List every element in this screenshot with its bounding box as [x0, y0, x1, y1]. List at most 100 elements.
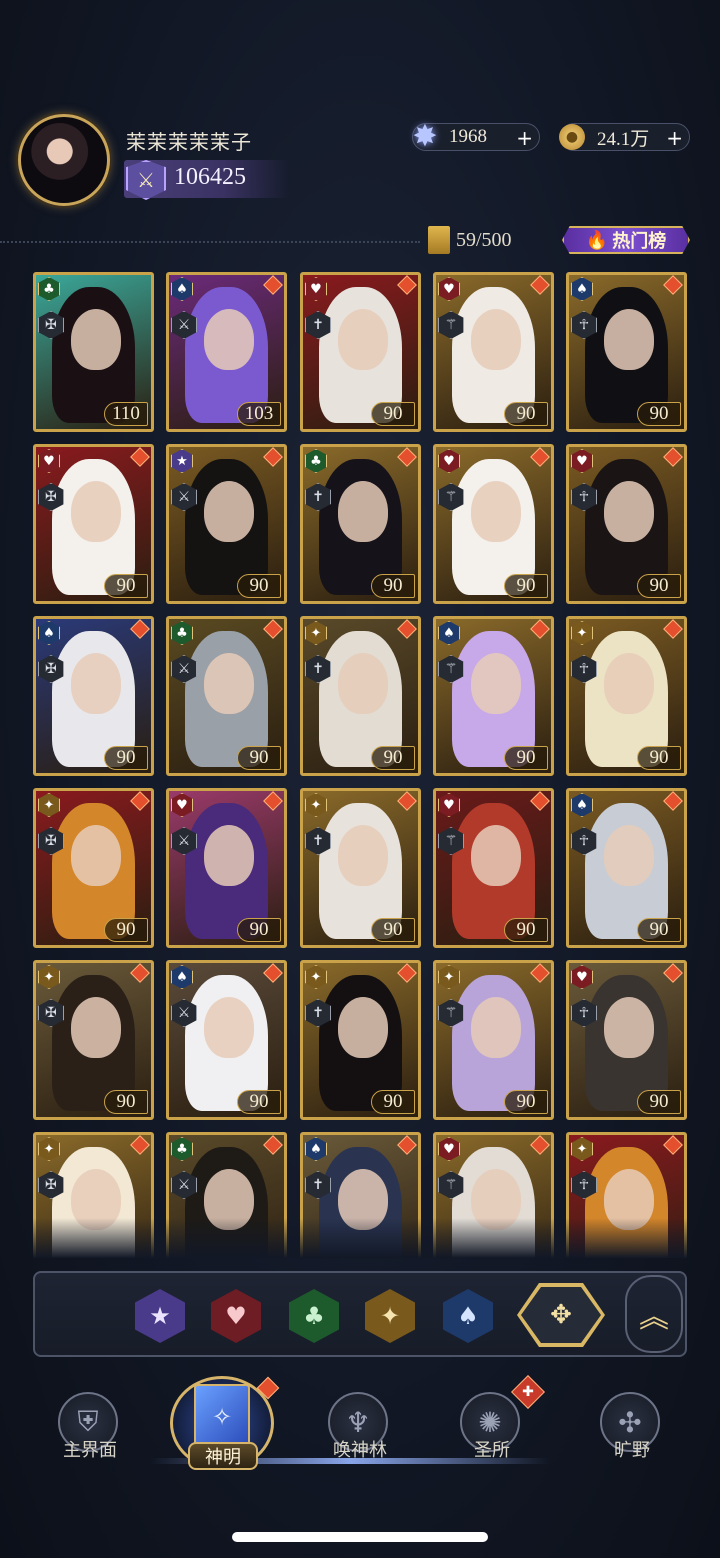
nav-item-main-world[interactable]: ⛨ 主界面 [30, 1390, 150, 1470]
coin-amount: 24.1万 [597, 128, 650, 150]
portrait-face [470, 308, 522, 371]
card-stack-icon [428, 226, 450, 254]
portrait-face [203, 824, 255, 887]
card-level: 90 [237, 746, 281, 770]
card-level: 90 [504, 402, 548, 426]
portrait-face [470, 824, 522, 887]
portrait-face [470, 996, 522, 1059]
portrait-face [337, 480, 389, 543]
god-card[interactable]: ♣ ✠ 110 [33, 272, 154, 432]
crystal-star-icon: ✸ [412, 118, 438, 154]
portrait-face [470, 480, 522, 543]
god-card[interactable]: ♣ ✝ 90 [300, 444, 421, 604]
collapse-chevron-icon[interactable]: ︽ [625, 1275, 683, 1353]
god-card[interactable]: ♥ ⚚ 90 [433, 272, 554, 432]
god-card[interactable]: ♠ ✠ 90 [33, 616, 154, 776]
card-level: 90 [371, 402, 415, 426]
portrait-face [70, 308, 122, 371]
coin-currency[interactable]: ● 24.1万 + [559, 123, 690, 151]
header-divider [0, 241, 420, 243]
nav-label-wilds: 旷野 [614, 1440, 650, 1460]
portrait-face [603, 824, 655, 887]
nav-item-summon-forest[interactable]: ♆ 唤神林 [300, 1390, 420, 1470]
portrait-face [337, 652, 389, 715]
god-card[interactable]: ✦ ✝ 90 [300, 788, 421, 948]
god-card[interactable]: ♥ ✝ 90 [300, 272, 421, 432]
god-card[interactable]: ✦ ✝ 90 [300, 960, 421, 1120]
nav-label-main-world: 主界面 [63, 1440, 117, 1460]
home-indicator [232, 1532, 488, 1542]
card-level: 90 [371, 574, 415, 598]
card-level: 90 [504, 746, 548, 770]
filter-heart-button[interactable]: ♥ [211, 1289, 261, 1343]
player-name: 茉茉茉茉茉子 [126, 132, 252, 154]
portrait-face [603, 652, 655, 715]
portrait-face [337, 1168, 389, 1231]
card-level: 90 [104, 746, 148, 770]
card-level: 90 [637, 918, 681, 942]
god-card-grid: ♣ ✠ 110 ♠ ⚔ 103 ♥ ✝ 90 ♥ ⚚ 90 ♠ ☥ 90 ♥ ✠ 90 ★ ⚔ 90 ♣ ✝ 90 ♥ ⚚ 90 ♥ ☥… [33, 272, 687, 1258]
hot-ranking-label: 热门榜 [612, 231, 667, 252]
god-card[interactable]: ♠ ☥ 90 [566, 788, 687, 948]
suit-filter-bar: ★ ♥ ♣ ✦ ♠ ✥ ︽ [33, 1271, 687, 1357]
god-card[interactable]: ♠ ✝ [300, 1132, 421, 1258]
portrait-face [203, 480, 255, 543]
add-coins-button[interactable]: + [666, 126, 683, 150]
god-card[interactable]: ♣ ⚔ 90 [166, 616, 287, 776]
card-level: 90 [237, 918, 281, 942]
god-card[interactable]: ✦ ⚚ 90 [433, 960, 554, 1120]
portrait-face [603, 480, 655, 543]
god-card[interactable]: ★ ⚔ 90 [166, 444, 287, 604]
god-card[interactable]: ♠ ⚔ 103 [166, 272, 287, 432]
card-level: 90 [504, 574, 548, 598]
filter-diamond-button[interactable]: ✦ [365, 1289, 415, 1343]
portrait-face [203, 1168, 255, 1231]
god-card[interactable]: ♠ ☥ 90 [566, 272, 687, 432]
god-card[interactable]: ♥ ⚚ 90 [433, 788, 554, 948]
god-card[interactable]: ✦ ☥ 90 [566, 616, 687, 776]
god-card[interactable]: ♥ ☥ 90 [566, 444, 687, 604]
gold-coin-icon: ● [559, 124, 585, 150]
portrait-face [70, 996, 122, 1059]
card-level: 90 [637, 746, 681, 770]
god-card[interactable]: ✦ ✠ 90 [33, 960, 154, 1120]
add-gems-button[interactable]: + [516, 126, 533, 150]
card-count-value: 59/500 [456, 228, 512, 251]
filter-star-button[interactable]: ★ [135, 1289, 185, 1343]
gem-currency[interactable]: ✸ 1968 + [412, 119, 540, 154]
god-card[interactable]: ♥ ⚔ 90 [166, 788, 287, 948]
portrait-face [203, 308, 255, 371]
god-card[interactable]: ♣ ⚔ [166, 1132, 287, 1258]
portrait-face [603, 308, 655, 371]
portrait-face [603, 996, 655, 1059]
god-card[interactable]: ♠ ⚔ 90 [166, 960, 287, 1120]
player-avatar[interactable] [18, 114, 110, 206]
god-card[interactable]: ♥ ✠ 90 [33, 444, 154, 604]
card-level: 90 [371, 918, 415, 942]
hot-ranking-button[interactable]: 🔥 热门榜 [562, 226, 690, 254]
god-card[interactable]: ✦ ✝ 90 [300, 616, 421, 776]
filter-spade-button[interactable]: ♠ [443, 1289, 493, 1343]
god-card[interactable]: ♥ ⚚ [433, 1132, 554, 1258]
card-count: 59/500 [428, 226, 512, 254]
card-level: 90 [371, 1090, 415, 1114]
portrait-face [470, 652, 522, 715]
filter-club-button[interactable]: ♣ [289, 1289, 339, 1343]
god-card[interactable]: ✦ ✠ 90 [33, 788, 154, 948]
god-card[interactable]: ✦ ✠ [33, 1132, 154, 1258]
flame-icon: 🔥 [585, 229, 609, 251]
god-card[interactable]: ♥ ☥ 90 [566, 960, 687, 1120]
crossed-swords-icon: ⚔ [126, 160, 166, 200]
nav-item-wilds[interactable]: ✣ 旷野 [572, 1390, 692, 1470]
god-card[interactable]: ✦ ☥ [566, 1132, 687, 1258]
portrait-face [70, 1168, 122, 1231]
card-level: 90 [637, 1090, 681, 1114]
card-level: 90 [237, 574, 281, 598]
god-card[interactable]: ♠ ⚚ 90 [433, 616, 554, 776]
god-card[interactable]: ♥ ⚚ 90 [433, 444, 554, 604]
nav-item-gods[interactable]: ✧ 神明 [168, 1376, 280, 1476]
nav-label-sanctuary: 圣所 [474, 1440, 510, 1460]
power-rating: ⚔ 106425 [124, 160, 290, 200]
nav-label-summon-forest: 唤神林 [333, 1440, 387, 1460]
portrait-face [603, 1168, 655, 1231]
